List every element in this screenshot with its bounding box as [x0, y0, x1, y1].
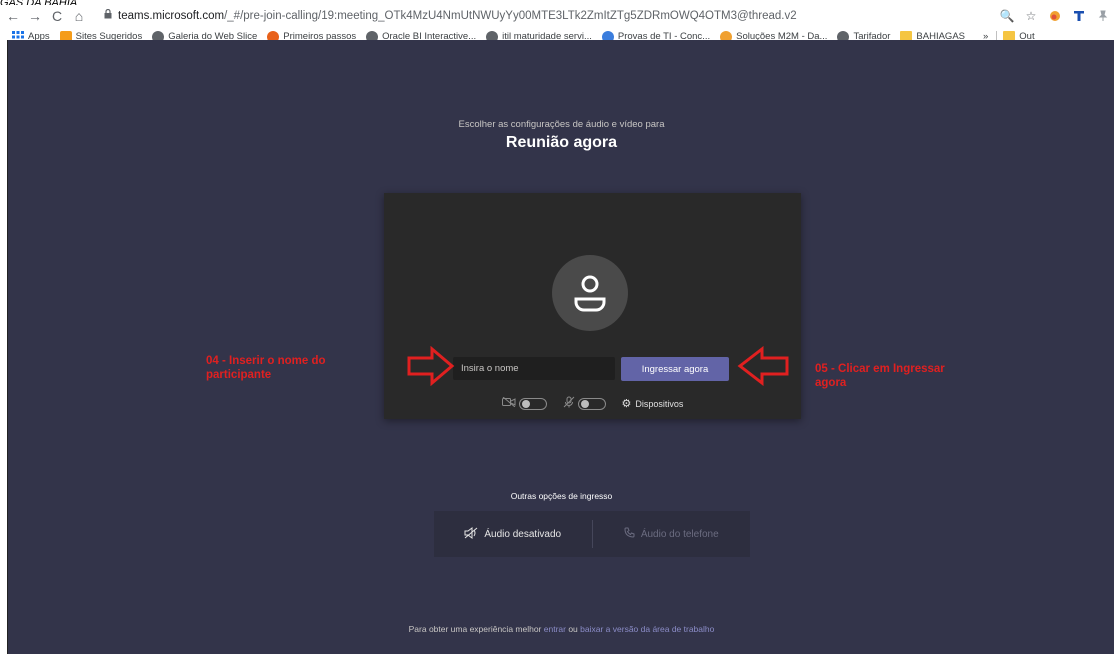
audio-off-label: Áudio desativado [484, 528, 562, 540]
annotation-step-04: 04 - Inserir o nome do participante [206, 355, 326, 381]
audio-off-option[interactable]: Áudio desativado [434, 526, 592, 542]
footer-prefix: Para obter uma experiência melhor [408, 624, 544, 634]
name-input[interactable] [453, 357, 615, 380]
star-bookmark-icon[interactable]: ☆ [1020, 7, 1042, 25]
url-field[interactable]: teams.microsoft.com/_#/pre-join-calling/… [118, 10, 797, 22]
download-desktop-link[interactable]: baixar a versão da área de trabalho [580, 624, 714, 634]
camera-off-icon [501, 396, 516, 410]
lock-icon[interactable] [104, 8, 112, 22]
gear-icon: ⚙ [621, 398, 632, 410]
url-host: teams.microsoft.com [118, 9, 225, 22]
join-now-button[interactable]: Ingressar agora [621, 357, 729, 381]
camera-control[interactable] [501, 396, 547, 410]
footer-middle: ou [565, 624, 581, 634]
home-icon[interactable]: ⌂ [70, 7, 88, 25]
device-controls: ⚙ Dispositivos [384, 396, 801, 411]
footer-text: Para obter uma experiência melhor entrar… [8, 624, 1114, 634]
meeting-title: Reunião agora [505, 134, 618, 151]
mic-off-icon [563, 396, 575, 411]
sign-in-link[interactable]: entrar [544, 624, 566, 634]
other-join-options: Áudio desativado Áudio do telefone [434, 511, 750, 557]
reload-icon[interactable]: C [48, 7, 66, 25]
devices-button[interactable]: ⚙ Dispositivos [622, 397, 684, 410]
teams-prejoin-screen: Escolher as configurações de áudio e víd… [7, 40, 1114, 654]
right-arrow-icon [407, 346, 455, 386]
browser-actions: 🔍 ☆ [994, 5, 1114, 26]
browser-address-bar: ← → C ⌂ teams.microsoft.com/_#/pre-join-… [0, 5, 1114, 26]
back-arrow-icon[interactable]: ← [4, 7, 22, 25]
zoom-icon[interactable]: 🔍 [996, 7, 1018, 25]
other-options-label: Outras opções de ingresso [510, 491, 613, 501]
annotation-step-05: 05 - Clicar em Ingressar agora [815, 363, 945, 389]
extension-fire-icon[interactable] [1044, 7, 1066, 25]
avatar [552, 255, 628, 331]
camera-toggle[interactable] [518, 397, 547, 410]
forward-arrow-icon[interactable]: → [26, 7, 44, 25]
phone-icon [624, 527, 635, 541]
prejoin-subtitle: Escolher as configurações de áudio e víd… [458, 119, 665, 130]
mic-control[interactable] [563, 396, 606, 411]
speaker-off-icon [464, 526, 478, 542]
mic-toggle[interactable] [577, 397, 606, 410]
phone-audio-label: Áudio do telefone [640, 528, 719, 540]
phone-audio-option: Áudio do telefone [593, 527, 751, 541]
url-path: /_#/pre-join-calling/19:meeting_OTk4MzU4… [224, 9, 797, 22]
extension-t-icon[interactable] [1068, 7, 1090, 25]
person-icon [574, 275, 606, 312]
pin-icon[interactable] [1092, 7, 1114, 25]
left-arrow-icon [737, 346, 789, 386]
devices-label: Dispositivos [635, 398, 684, 409]
